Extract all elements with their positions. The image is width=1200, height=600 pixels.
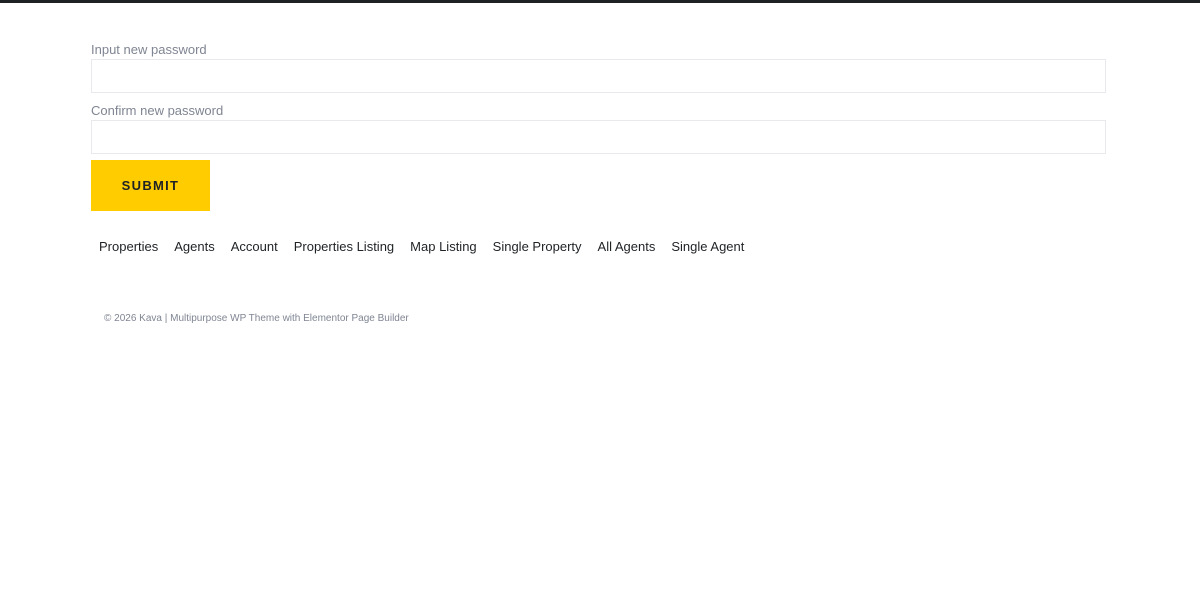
footer-nav-item-properties[interactable]: Properties [99,237,158,257]
submit-button[interactable]: SUBMIT [91,160,210,211]
confirm-password-label: Confirm new password [91,103,224,118]
new-password-label: Input new password [91,42,207,57]
footer-nav-item-agents[interactable]: Agents [174,237,214,257]
confirm-password-input[interactable] [91,120,1106,154]
new-password-input[interactable] [91,59,1106,93]
new-password-field-group: Input new password [91,41,1106,93]
footer-nav-item-all-agents[interactable]: All Agents [598,237,656,257]
top-border-bar [0,0,1200,3]
footer-nav-item-map-listing[interactable]: Map Listing [410,237,476,257]
footer-nav-item-single-property[interactable]: Single Property [493,237,582,257]
footer-nav-item-properties-listing[interactable]: Properties Listing [294,237,394,257]
reset-password-form: Input new password Confirm new password [91,40,1106,154]
confirm-password-field-group: Confirm new password [91,102,1106,154]
footer-nav-item-account[interactable]: Account [231,237,278,257]
footer-nav: Properties Agents Account Properties Lis… [99,237,760,257]
footer-copyright: © 2026 Kava | Multipurpose WP Theme with… [104,313,409,324]
footer-nav-item-single-agent[interactable]: Single Agent [671,237,744,257]
